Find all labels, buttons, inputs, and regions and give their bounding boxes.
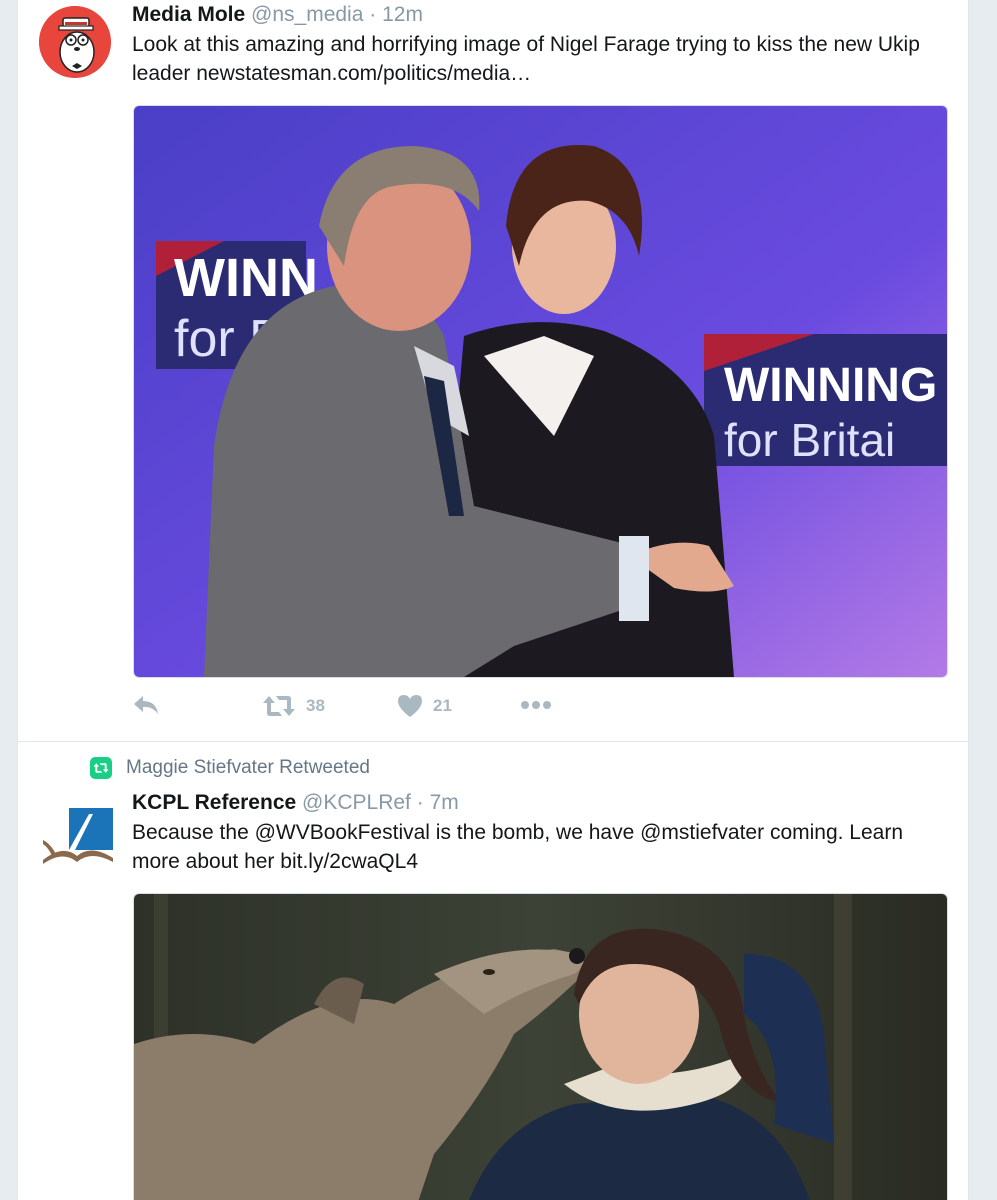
- author-name[interactable]: KCPL Reference: [132, 791, 296, 814]
- tweet-text: Because the @WVBookFestival is the bomb,…: [132, 818, 952, 876]
- tweet-photo[interactable]: WINN for B WINNING for Britai: [133, 105, 948, 678]
- separator: ·: [416, 791, 424, 814]
- tweet-text-part: Because the: [132, 821, 255, 844]
- tweet-actions: 38 21: [132, 694, 732, 724]
- tweet-text-part: is the bomb, we have: [429, 821, 641, 844]
- retweet-button[interactable]: 38: [262, 694, 325, 718]
- reply-button[interactable]: [132, 694, 160, 716]
- banner-text-right-2: for Britai: [724, 414, 895, 466]
- banner-text-left-1: WINN: [174, 248, 318, 308]
- timeline: Media Mole @ns_media · 12m Look at this …: [17, 0, 969, 1200]
- author-name[interactable]: Media Mole: [132, 3, 245, 26]
- retweet-badge-icon: [90, 757, 112, 779]
- more-button[interactable]: [520, 700, 552, 710]
- mention-link[interactable]: @mstiefvater: [640, 821, 764, 844]
- like-button[interactable]: 21: [397, 694, 452, 718]
- like-count: 21: [433, 696, 452, 715]
- tweet-text: Look at this amazing and horrifying imag…: [132, 30, 952, 88]
- tweet-header: Media Mole @ns_media · 12m: [132, 2, 423, 28]
- tweet[interactable]: Media Mole @ns_media · 12m Look at this …: [18, 0, 968, 742]
- timestamp[interactable]: 12m: [382, 3, 423, 26]
- photo-wolf-woman: [134, 894, 947, 1200]
- photo-farage-kiss: WINN for B WINNING for Britai: [134, 106, 947, 677]
- tweet-photo[interactable]: [133, 893, 948, 1200]
- retweet-count: 38: [306, 696, 325, 715]
- tweet-link[interactable]: bit.ly/2cwaQL4: [280, 850, 418, 873]
- separator: ·: [369, 3, 377, 26]
- reply-icon: [134, 696, 158, 714]
- author-handle[interactable]: @ns_media: [251, 3, 363, 26]
- tweet-header: KCPL Reference @KCPLRef · 7m: [132, 790, 459, 816]
- tweet-link[interactable]: newstatesman.com/politics/media…: [196, 62, 531, 85]
- more-dots-icon: [521, 701, 551, 709]
- timestamp[interactable]: 7m: [430, 791, 459, 814]
- author-handle[interactable]: @KCPLRef: [302, 791, 411, 814]
- mention-link[interactable]: @WVBookFestival: [255, 821, 430, 844]
- tweet[interactable]: Maggie Stiefvater Retweeted KCPL Referen…: [18, 742, 968, 1200]
- retweeted-by-label[interactable]: Maggie Stiefvater Retweeted: [126, 757, 370, 779]
- banner-text-right-1: WINNING: [724, 359, 937, 412]
- mole-mascot-icon: [39, 6, 111, 78]
- avatar[interactable]: [39, 800, 115, 876]
- heart-icon: [398, 695, 422, 717]
- library-logo-icon: [39, 800, 115, 876]
- avatar[interactable]: [39, 6, 111, 78]
- retweet-icon: [263, 696, 295, 716]
- retweet-context: Maggie Stiefvater Retweeted: [90, 757, 370, 779]
